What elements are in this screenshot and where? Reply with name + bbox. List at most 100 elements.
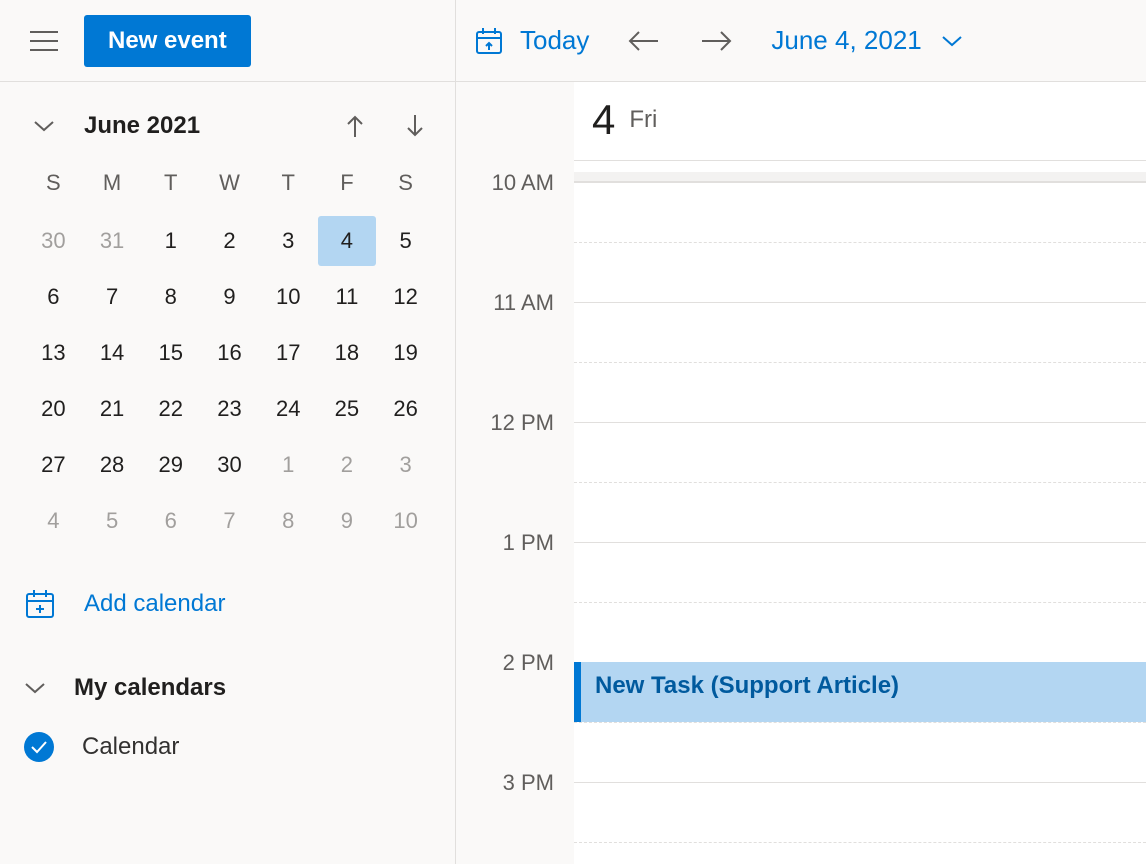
mini-calendar-day[interactable]: 3 [376,440,435,490]
sidebar: June 2021 SMTWTFS30311234567891011121314… [0,82,456,864]
mini-calendar-day[interactable]: 11 [318,272,377,322]
mini-calendar-day[interactable]: 7 [83,272,142,322]
calendar-list-item[interactable]: Calendar [24,732,435,762]
mini-calendar-collapse-button[interactable] [24,106,64,146]
mini-calendar[interactable]: SMTWTFS303112345678910111213141516171819… [24,160,435,546]
mini-calendar-day[interactable]: 22 [141,384,200,434]
mini-calendar-dow: S [376,160,435,210]
mini-calendar-day[interactable]: 24 [259,384,318,434]
hour-line [574,182,1146,183]
mini-calendar-day[interactable]: 20 [24,384,83,434]
header-right: Today June 4, 2021 [456,0,1146,81]
calendar-add-icon [24,588,56,620]
arrow-up-icon [345,113,365,139]
mini-calendar-prev-month[interactable] [335,106,375,146]
hour-line [574,422,1146,423]
hour-line [574,542,1146,543]
mini-calendar-day[interactable]: 15 [141,328,200,378]
half-hour-line [574,602,1146,603]
mini-calendar-day[interactable]: 31 [83,216,142,266]
day-view: 10 AM11 AM12 PM1 PM2 PM3 PM 4 Fri New Ta… [456,82,1146,864]
mini-calendar-day[interactable]: 8 [141,272,200,322]
mini-calendar-day[interactable]: 4 [318,216,377,266]
mini-calendar-day[interactable]: 2 [200,216,259,266]
mini-calendar-next-month[interactable] [395,106,435,146]
mini-calendar-day[interactable]: 16 [200,328,259,378]
mini-calendar-dow: M [83,160,142,210]
hour-label: 11 AM [493,290,554,316]
mini-calendar-day[interactable]: 28 [83,440,142,490]
today-button[interactable]: Today [474,25,589,56]
mini-calendar-day[interactable]: 30 [24,216,83,266]
mini-calendar-day[interactable]: 10 [259,272,318,322]
my-calendars-label: My calendars [74,674,226,702]
half-hour-line [574,482,1146,483]
mini-calendar-day[interactable]: 23 [200,384,259,434]
mini-calendar-day[interactable]: 5 [376,216,435,266]
mini-calendar-day[interactable]: 2 [318,440,377,490]
arrow-right-icon [700,29,734,53]
mini-calendar-day[interactable]: 13 [24,328,83,378]
prev-day-button[interactable] [623,21,663,61]
hamburger-menu-button[interactable] [26,23,62,59]
mini-calendar-day[interactable]: 4 [24,496,83,546]
mini-calendar-day[interactable]: 7 [200,496,259,546]
day-number: 4 [592,96,615,144]
mini-calendar-day[interactable]: 17 [259,328,318,378]
mini-calendar-day[interactable]: 6 [24,272,83,322]
my-calendars-group[interactable]: My calendars [24,674,435,702]
day-header: 4 Fri [574,82,1146,161]
mini-calendar-day[interactable]: 3 [259,216,318,266]
day-name: Fri [629,106,657,134]
hour-line [574,782,1146,783]
next-day-button[interactable] [697,21,737,61]
time-gutter: 10 AM11 AM12 PM1 PM2 PM3 PM [456,82,574,864]
hour-label: 1 PM [503,530,554,556]
mini-calendar-day[interactable]: 1 [141,216,200,266]
mini-calendar-header: June 2021 [24,106,435,146]
mini-calendar-day[interactable]: 21 [83,384,142,434]
mini-calendar-day[interactable]: 8 [259,496,318,546]
mini-calendar-day[interactable]: 25 [318,384,377,434]
mini-calendar-day[interactable]: 10 [376,496,435,546]
mini-calendar-title: June 2021 [84,112,200,140]
calendar-checked-icon [24,732,54,762]
current-date-label: June 4, 2021 [771,25,921,56]
mini-calendar-day[interactable]: 1 [259,440,318,490]
half-hour-line [574,242,1146,243]
mini-calendar-dow: T [141,160,200,210]
all-day-strip [574,172,1146,182]
mini-calendar-day[interactable]: 9 [318,496,377,546]
mini-calendar-day[interactable]: 27 [24,440,83,490]
calendar-today-icon [474,26,504,56]
main: June 2021 SMTWTFS30311234567891011121314… [0,82,1146,864]
mini-calendar-dow: T [259,160,318,210]
chevron-down-icon [33,119,55,133]
hour-line [574,302,1146,303]
app-header: New event Today June 4, 2021 [0,0,1146,82]
mini-calendar-day[interactable]: 12 [376,272,435,322]
calendar-name: Calendar [82,733,179,761]
chevron-down-icon [24,681,46,695]
mini-calendar-day[interactable]: 18 [318,328,377,378]
date-picker-button[interactable]: June 4, 2021 [771,25,963,56]
add-calendar-label: Add calendar [84,590,225,618]
schedule-area[interactable]: 4 Fri New Task (Support Article) [574,82,1146,864]
mini-calendar-day[interactable]: 9 [200,272,259,322]
mini-calendar-day[interactable]: 5 [83,496,142,546]
new-event-button[interactable]: New event [84,15,251,67]
hour-label: 2 PM [503,650,554,676]
chevron-down-icon [940,34,964,48]
calendar-event[interactable]: New Task (Support Article) [574,662,1146,722]
mini-calendar-day[interactable]: 19 [376,328,435,378]
mini-calendar-day[interactable]: 29 [141,440,200,490]
mini-calendar-day[interactable]: 6 [141,496,200,546]
hour-label: 3 PM [503,770,554,796]
mini-calendar-day[interactable]: 30 [200,440,259,490]
mini-calendar-day[interactable]: 14 [83,328,142,378]
half-hour-line [574,842,1146,843]
hamburger-icon [30,30,58,52]
add-calendar-button[interactable]: Add calendar [24,588,435,620]
arrow-left-icon [626,29,660,53]
mini-calendar-day[interactable]: 26 [376,384,435,434]
